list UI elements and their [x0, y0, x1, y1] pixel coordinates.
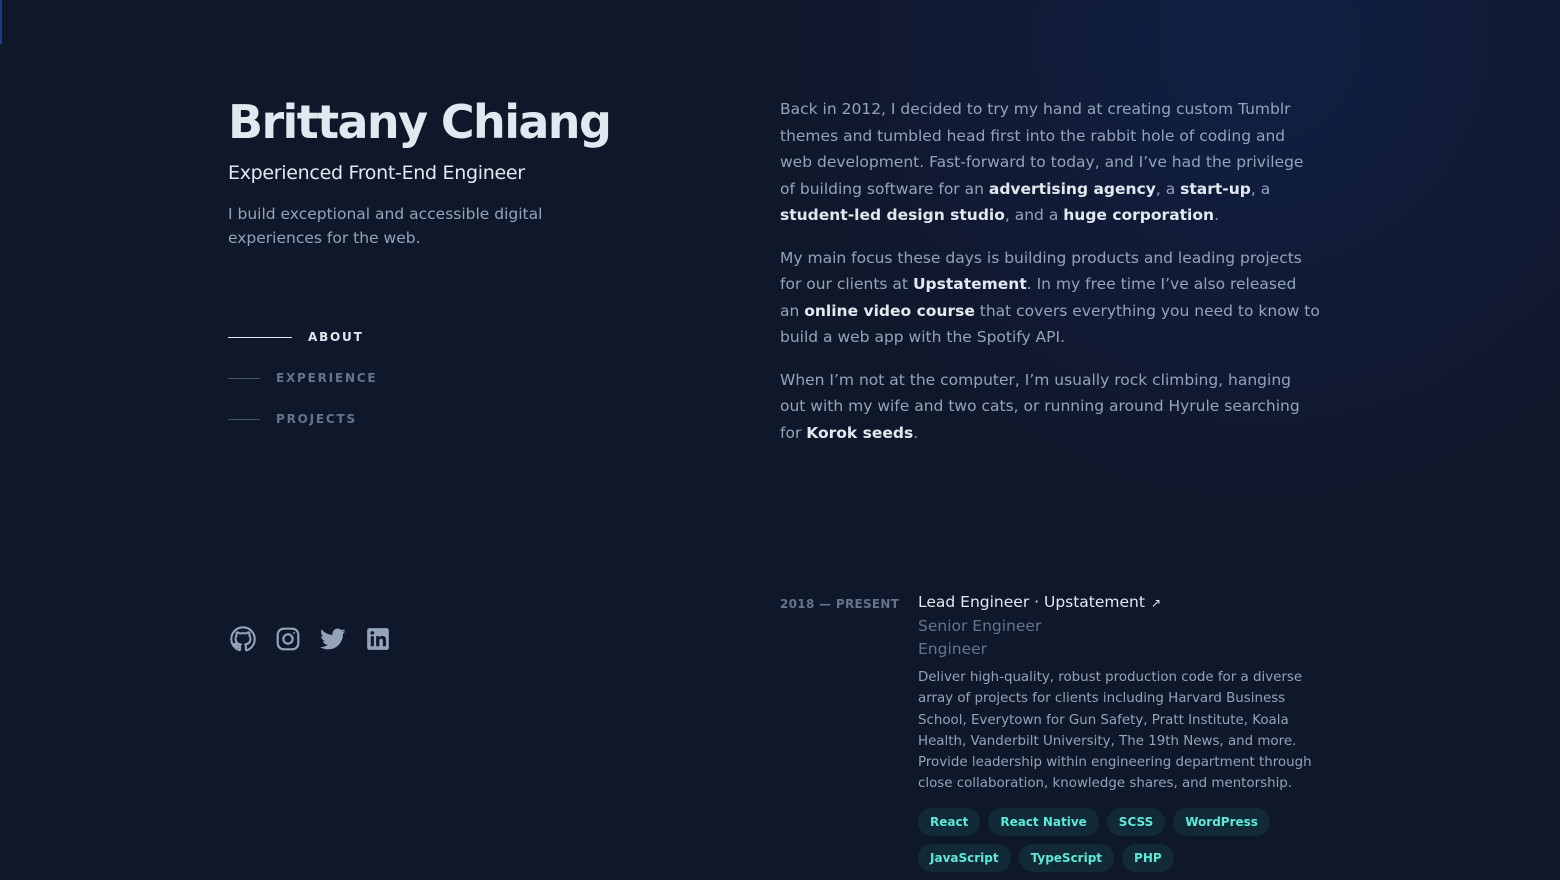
instagram-icon: [276, 627, 300, 651]
job-date: 2018 — PRESENT: [780, 597, 900, 611]
linkedin-icon: [367, 628, 389, 650]
highlight-link[interactable]: student-led design studio: [780, 206, 1005, 224]
highlight-link[interactable]: Korok seeds: [806, 424, 913, 442]
tech-tag: SCSS: [1106, 807, 1166, 836]
previous-title: Engineer: [918, 640, 988, 658]
section-nav: ABOUT EXPERIENCE PROJECTS: [228, 322, 377, 445]
job-title: Lead Engineer · Upstatement: [918, 593, 1145, 611]
twitter-link[interactable]: [320, 626, 346, 652]
about-text: , and a: [1004, 206, 1064, 224]
about-text: , a: [1250, 179, 1271, 198]
highlight-link[interactable]: online video course: [804, 302, 975, 320]
highlight-link[interactable]: start-up: [1180, 180, 1251, 198]
nav-label-projects: PROJECTS: [276, 412, 357, 426]
nav-item-about[interactable]: ABOUT: [228, 322, 377, 352]
corner-mark: [0, 0, 2, 44]
github-icon: [230, 626, 256, 652]
instagram-link[interactable]: [275, 626, 301, 652]
job-title-link[interactable]: Lead Engineer · Upstatement ↗: [918, 590, 1320, 615]
tech-tags: React React Native SCSS WordPress JavaSc…: [918, 807, 1320, 880]
tech-tag: TypeScript: [1018, 843, 1115, 872]
linkedin-link[interactable]: [365, 626, 391, 652]
twitter-icon: [320, 628, 346, 650]
highlight-link[interactable]: huge corporation: [1063, 206, 1214, 224]
about-paragraph: Back in 2012, I decided to try my hand a…: [780, 96, 1320, 229]
nav-item-experience[interactable]: EXPERIENCE: [228, 363, 377, 393]
nav-item-projects[interactable]: PROJECTS: [228, 404, 377, 434]
about-text: , a: [1155, 179, 1181, 198]
tech-tag: JavaScript: [918, 843, 1011, 872]
social-links: [230, 626, 410, 652]
about-paragraph: When I’m not at the computer, I’m usuall…: [780, 367, 1320, 447]
nav-label-experience: EXPERIENCE: [276, 371, 378, 385]
tech-tag: PHP: [1122, 843, 1174, 872]
about-section: Back in 2012, I decided to try my hand a…: [780, 96, 1320, 462]
highlight-link[interactable]: advertising agency: [989, 180, 1156, 198]
nav-label-about: ABOUT: [308, 330, 364, 344]
nav-indicator-line: [228, 336, 292, 338]
tech-tag: React Native: [988, 807, 1099, 836]
tech-tag: WordPress: [1173, 807, 1270, 836]
previous-title: Senior Engineer: [918, 617, 1042, 635]
about-text: .: [1214, 206, 1219, 224]
job-description: Deliver high-quality, robust production …: [918, 670, 1312, 792]
tech-tag: React: [918, 807, 981, 836]
sidebar: Brittany Chiang Experienced Front-End En…: [228, 0, 708, 860]
job-body: Lead Engineer · Upstatement ↗ Senior Engi…: [918, 590, 1320, 880]
profile-tagline: I build exceptional and accessible digit…: [228, 205, 543, 247]
external-arrow-icon: ↗: [1150, 596, 1162, 610]
main-content: Back in 2012, I decided to try my hand a…: [780, 0, 1320, 872]
about-paragraph: My main focus these days is building pro…: [780, 245, 1320, 351]
highlight-link[interactable]: Upstatement: [913, 275, 1027, 293]
profile-name[interactable]: Brittany Chiang: [228, 90, 612, 154]
profile-role: Experienced Front-End Engineer: [228, 162, 525, 184]
github-link[interactable]: [230, 626, 256, 652]
nav-indicator-line: [228, 377, 260, 379]
nav-indicator-line: [228, 418, 260, 420]
about-text: .: [913, 423, 919, 442]
